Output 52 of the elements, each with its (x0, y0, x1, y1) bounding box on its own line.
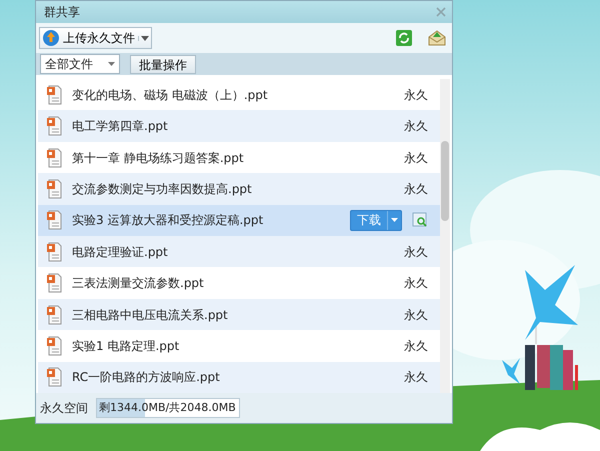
storage-status: 永久 (404, 86, 428, 104)
file-name: 第十一章 静电场练习题答案.ppt (72, 150, 245, 167)
caret-icon (391, 218, 398, 222)
file-row[interactable]: 三相电路中电压电流关系.ppt 永久 (38, 298, 440, 330)
file-name: 交流参数测定与功率因数提高.ppt (72, 180, 253, 198)
file-row[interactable]: 实验3 运算放大器和受控源定稿.ppt 下载 (38, 204, 440, 236)
file-name: 变化的电场、磁场 电磁波（上）.ppt (72, 86, 269, 104)
file-name: RC一阶电路的方波响应.ppt (72, 369, 221, 386)
storage-meter: 剩1344.0MB/共2048.0MB (96, 398, 240, 418)
storage-status: 永久 (404, 244, 428, 261)
file-name: 三表法测量交流参数.ppt (72, 275, 205, 292)
file-name: 实验1 电路定理.ppt (72, 338, 180, 355)
pinwheel (502, 358, 520, 384)
file-name: 电工学第四章.ppt (72, 118, 169, 136)
envelope-icon[interactable] (428, 30, 446, 46)
ppt-file-icon (46, 116, 62, 136)
file-name: 三相电路中电压电流关系.ppt (72, 306, 229, 324)
ppt-file-icon (46, 336, 62, 356)
file-row[interactable]: 电工学第四章.ppt 永久 (38, 110, 440, 142)
books-drawing (525, 345, 578, 390)
refresh-icon[interactable] (396, 30, 412, 46)
file-row[interactable]: RC一阶电路的方波响应.ppt 永久 (38, 362, 440, 394)
close-icon[interactable] (436, 7, 446, 17)
file-name: 电路定理验证.ppt (72, 244, 169, 261)
ppt-file-icon (46, 273, 62, 294)
ppt-file-icon (46, 304, 62, 325)
file-row[interactable]: 电路定理验证.ppt 永久 (38, 236, 440, 268)
storage-status: 永久 (404, 306, 428, 324)
file-name: 实验3 运算放大器和受控源定稿.ppt (72, 212, 264, 230)
file-type-dropdown[interactable]: 全部文件 (40, 54, 120, 74)
ppt-file-icon (46, 367, 62, 388)
ppt-file-icon (46, 84, 62, 105)
caret-icon (141, 36, 149, 40)
caret-icon (108, 62, 115, 66)
storage-status: 永久 (404, 338, 428, 355)
storage-status: 永久 (404, 275, 428, 292)
storage-status: 永久 (404, 118, 428, 136)
ppt-file-icon (46, 242, 62, 262)
upload-button[interactable]: 上传永久文件 (39, 27, 152, 49)
storage-status: 永久 (404, 180, 428, 198)
preview-icon[interactable] (412, 212, 428, 228)
ppt-file-icon (46, 148, 62, 168)
window-title: 群共享 (44, 4, 80, 21)
storage-status: 永久 (404, 369, 428, 386)
storage-status: 永久 (404, 150, 428, 167)
storage-label: 永久空间 (40, 400, 88, 417)
file-row[interactable]: 交流参数测定与功率因数提高.ppt 永久 (38, 173, 440, 205)
scrollbar[interactable] (440, 79, 450, 393)
batch-operation-button[interactable]: 批量操作 (130, 54, 196, 74)
ppt-file-icon (46, 178, 62, 199)
upload-icon (42, 29, 60, 47)
ppt-file-icon (46, 210, 62, 230)
